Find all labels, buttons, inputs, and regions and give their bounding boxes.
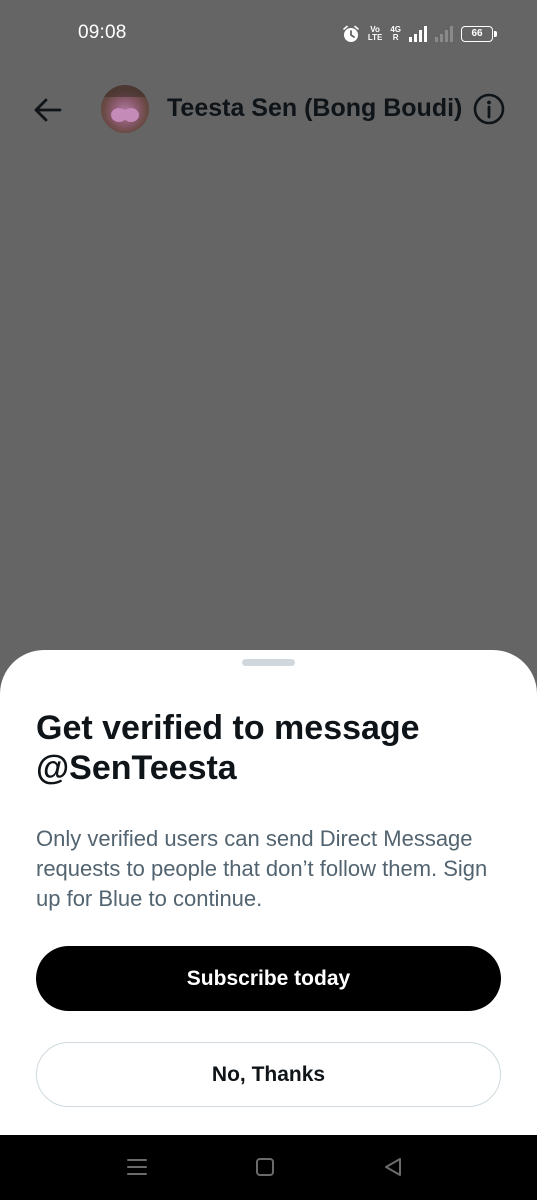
triangle-back-icon <box>385 1158 401 1176</box>
network-bottom-label: R <box>392 33 399 42</box>
volte-indicator: Vo LTE <box>368 26 383 42</box>
back-button[interactable] <box>32 94 64 126</box>
recents-button[interactable] <box>125 1155 149 1179</box>
signal-icon <box>409 26 427 42</box>
status-bar: 09:08 Vo LTE 4G R 66 <box>0 0 537 70</box>
verification-sheet: Get verified to message @SenTeesta Only … <box>0 650 537 1135</box>
page-title[interactable]: Teesta Sen (Bong Boudi) <box>167 94 462 123</box>
status-time: 09:08 <box>78 22 127 43</box>
system-back-button[interactable] <box>381 1155 405 1179</box>
home-button[interactable] <box>253 1155 277 1179</box>
signal-sim2-icon <box>435 26 453 42</box>
network-type-indicator: 4G R <box>390 26 401 42</box>
arrow-left-icon <box>34 98 62 122</box>
sheet-title: Get verified to message @SenTeesta <box>36 709 420 787</box>
volte-bottom-label: LTE <box>367 33 383 42</box>
info-button[interactable] <box>472 92 506 126</box>
sheet-drag-handle[interactable] <box>242 659 295 666</box>
no-thanks-button[interactable]: No, Thanks <box>36 1042 501 1107</box>
subscribe-button[interactable]: Subscribe today <box>36 946 501 1011</box>
avatar[interactable] <box>101 85 149 133</box>
menu-icon <box>127 1159 147 1175</box>
battery-icon: 66 <box>461 26 497 42</box>
system-nav-bar <box>0 1135 537 1200</box>
info-circle-icon <box>473 93 505 125</box>
conversation-header: Teesta Sen (Bong Boudi) <box>0 80 537 140</box>
status-icons: Vo LTE 4G R 66 <box>342 22 497 46</box>
square-icon <box>256 1158 274 1176</box>
alarm-icon <box>342 25 360 43</box>
sheet-description: Only verified users can send Direct Mess… <box>36 826 488 911</box>
